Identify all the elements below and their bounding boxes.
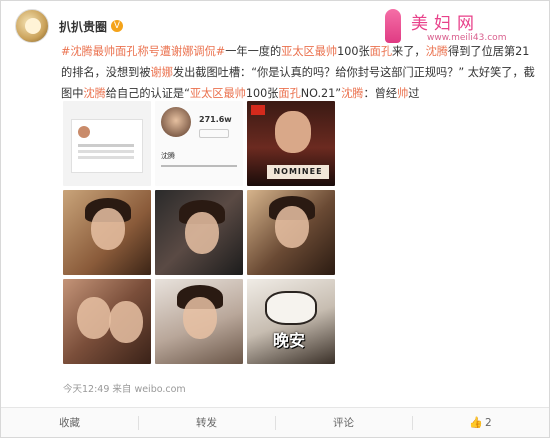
post-text-part: 给自己的认证是“	[105, 87, 190, 100]
watermark-title: 美妇网	[411, 14, 480, 34]
post-body-text: #沈腾最帅面孔称号遭谢娜调侃#一年一度的亚太区最帅100张面孔来了，沈腾得到了位…	[61, 41, 539, 104]
profile-photo	[161, 107, 191, 137]
image-thumbnail-profile[interactable]: 271.6w 沈腾	[155, 101, 243, 186]
author-name[interactable]: 扒扒贵圈	[59, 18, 107, 35]
keyword-highlight[interactable]: 沈腾	[83, 87, 105, 100]
repost-button[interactable]: 转发	[138, 408, 275, 437]
image-thumbnail-photo[interactable]	[63, 190, 151, 275]
keyword-highlight[interactable]: 面孔	[278, 87, 300, 100]
image-thumbnail-photo[interactable]	[155, 190, 243, 275]
image-thumbnail-photo[interactable]	[63, 279, 151, 364]
image-thumbnail-nominee[interactable]: NOMINEE	[247, 101, 335, 186]
portrait-face	[91, 208, 125, 250]
post-text-part: 过	[408, 87, 420, 100]
portrait-face	[185, 212, 219, 254]
follow-button-graphic	[199, 129, 229, 138]
thumbs-up-icon: 👍	[469, 416, 483, 429]
post-text-part: 一年一度的	[225, 45, 282, 58]
image-thumbnail-screenshot[interactable]	[63, 101, 151, 186]
post-text-part: 来了，	[392, 45, 426, 58]
image-thumbnail-photo[interactable]	[155, 279, 243, 364]
keyword-highlight[interactable]: 谢娜	[151, 66, 173, 79]
post-text-part: 100张	[337, 45, 370, 58]
comment-button[interactable]: 评论	[275, 408, 412, 437]
image-thumbnail-photo[interactable]	[247, 190, 335, 275]
post-text-part: ：曾经	[363, 87, 398, 100]
image-grid: 271.6w 沈腾 NOMINEE 晚安	[63, 101, 335, 364]
post-time[interactable]: 今天12:49	[63, 384, 109, 395]
keyword-highlight[interactable]: 沈腾	[341, 87, 363, 100]
portrait-face	[109, 301, 143, 343]
post-source: 来自 weibo.com	[112, 384, 186, 395]
post-header: 扒扒贵圈 V	[15, 9, 124, 43]
keyword-highlight[interactable]: 沈腾	[426, 45, 448, 58]
keyword-highlight[interactable]: 面孔	[370, 45, 392, 58]
portrait-face	[77, 297, 111, 339]
profile-name: 沈腾	[161, 152, 175, 160]
noface-mask	[265, 291, 317, 325]
like-button[interactable]: 👍 2	[412, 408, 549, 437]
verified-badge-icon: V	[111, 20, 124, 32]
collect-button[interactable]: 收藏	[1, 408, 138, 437]
woman-figure-icon	[385, 9, 401, 43]
profile-screenshot	[71, 119, 143, 173]
follower-count: 271.6w	[199, 115, 232, 124]
profile-bio-line	[161, 165, 237, 167]
goodnight-caption: 晚安	[273, 331, 306, 350]
action-bar: 收藏 转发 评论 👍 2	[1, 407, 549, 437]
flag-icon	[251, 105, 265, 115]
keyword-highlight[interactable]: 帅	[397, 87, 408, 100]
post-text-part: NO.21”	[300, 87, 342, 100]
portrait-face	[275, 111, 311, 153]
weibo-post-card: 扒扒贵圈 V 美妇网 www.meili43.com #沈腾最帅面孔称号遭谢娜调…	[0, 0, 550, 438]
like-count: 2	[485, 417, 492, 429]
post-text-part: 100张	[245, 87, 279, 100]
post-meta: 今天12:49 来自 weibo.com	[63, 381, 186, 395]
keyword-highlight[interactable]: 亚太区最帅	[190, 87, 246, 100]
hashtag-link[interactable]: #沈腾最帅面孔称号遭谢娜调侃#	[61, 45, 225, 58]
author-avatar[interactable]	[15, 9, 49, 43]
image-thumbnail-goodnight[interactable]: 晚安	[247, 279, 335, 364]
keyword-highlight[interactable]: 亚太区最帅	[281, 45, 337, 58]
portrait-face	[183, 297, 217, 339]
nominee-badge: NOMINEE	[267, 165, 329, 179]
portrait-face	[275, 206, 309, 248]
